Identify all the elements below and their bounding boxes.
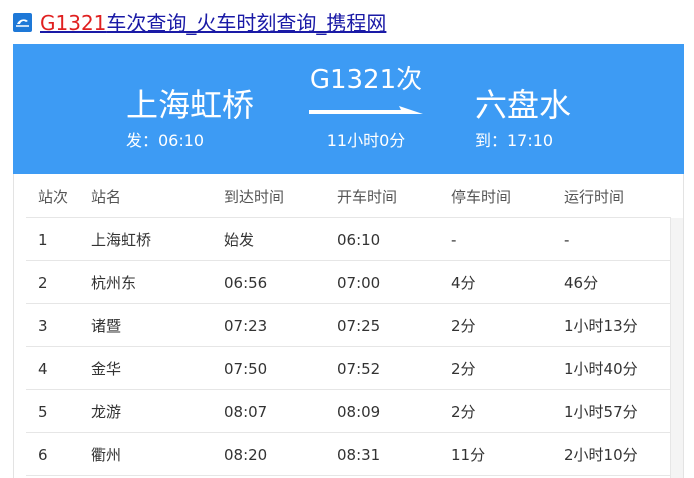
page-title-link[interactable]: G1321车次查询_火车时刻查询_携程网 <box>40 9 386 37</box>
table-row: 5 龙游 08:07 08:09 2分 1小时57分 <box>14 390 671 433</box>
stop-number: 1 <box>38 230 48 249</box>
arrival-time: 06:56 <box>224 273 268 292</box>
table-header-row: 站次 站名 到达时间 开车时间 停车时间 运行时间 <box>14 174 671 218</box>
station-name: 衢州 <box>91 446 122 464</box>
stop-duration: 11分 <box>451 446 486 464</box>
stop-duration: 2分 <box>451 317 476 335</box>
header-running-time: 运行时间 <box>564 187 625 206</box>
stop-duration: 2分 <box>451 403 476 421</box>
station-name: 杭州东 <box>91 274 137 292</box>
stop-number: 5 <box>38 402 48 421</box>
stop-duration: 2分 <box>451 360 476 378</box>
station-name: 龙游 <box>91 403 122 421</box>
arrival-time: 始发 <box>224 231 255 249</box>
running-time: 2小时10分 <box>564 446 638 464</box>
header-departure-time: 开车时间 <box>337 187 398 206</box>
page-title-text: 车次查询_火车时刻查询_携程网 <box>106 11 387 35</box>
stop-duration: - <box>451 230 457 249</box>
header-station-name: 站名 <box>91 187 122 206</box>
header-arrival-time: 到达时间 <box>224 187 285 206</box>
table-row: 4 金华 07:50 07:52 2分 1小时40分 <box>14 347 671 390</box>
table-row: 6 衢州 08:20 08:31 11分 2小时10分 <box>14 433 671 476</box>
arrival-time: 08:20 <box>224 445 268 464</box>
destination-station: 六盘水 <box>475 86 572 124</box>
table-row: 3 诸暨 07:23 07:25 2分 1小时13分 <box>14 304 671 347</box>
table-row: 2 杭州东 06:56 07:00 4分 46分 <box>14 261 671 304</box>
running-time: 1小时13分 <box>564 317 638 335</box>
stop-number: 4 <box>38 359 48 378</box>
running-time: 1小时57分 <box>564 403 638 421</box>
running-time: 1小时40分 <box>564 360 638 378</box>
stop-duration: 4分 <box>451 274 476 292</box>
origin-station: 上海虹桥 <box>126 86 255 124</box>
stop-number: 3 <box>38 316 48 335</box>
row-divider <box>26 475 671 476</box>
departure-time: 08:09 <box>337 402 381 421</box>
stop-number: 6 <box>38 445 48 464</box>
departure-time: 发：06:10 <box>126 131 205 150</box>
train-summary-banner: 上海虹桥 发：06:10 G1321次 11小时0分 六盘水 到：17:10 <box>13 44 684 174</box>
train-number: G1321次 <box>309 65 423 95</box>
stop-schedule-table: 站次 站名 到达时间 开车时间 停车时间 运行时间 1 上海虹桥 始发 06:1… <box>13 174 684 478</box>
arrival-time: 到：17:10 <box>475 131 554 150</box>
table-row: 1 上海虹桥 始发 06:10 - - <box>14 218 671 261</box>
departure-time: 07:00 <box>337 273 381 292</box>
train-number-highlight: G1321 <box>40 11 107 35</box>
departure-time: 08:31 <box>337 445 381 464</box>
running-time: - <box>564 230 570 249</box>
arrival-time: 08:07 <box>224 402 268 421</box>
arrival-time: 07:50 <box>224 359 268 378</box>
route-arrow-icon <box>309 102 423 121</box>
station-name: 金华 <box>91 360 122 378</box>
departure-time: 07:52 <box>337 359 381 378</box>
departure-time: 07:25 <box>337 316 381 335</box>
departure-time: 06:10 <box>337 230 381 249</box>
station-name: 诸暨 <box>91 317 122 335</box>
travel-duration: 11小时0分 <box>326 131 406 150</box>
ctrip-logo-icon <box>13 13 32 32</box>
page-title-bar: G1321车次查询_火车时刻查询_携程网 <box>0 0 694 44</box>
stop-number: 2 <box>38 273 48 292</box>
header-stop-duration: 停车时间 <box>451 187 512 206</box>
station-name: 上海虹桥 <box>91 231 152 249</box>
running-time: 46分 <box>564 274 599 292</box>
header-stop-number: 站次 <box>38 187 69 206</box>
arrival-time: 07:23 <box>224 316 268 335</box>
table-scrollbar[interactable] <box>670 218 683 478</box>
